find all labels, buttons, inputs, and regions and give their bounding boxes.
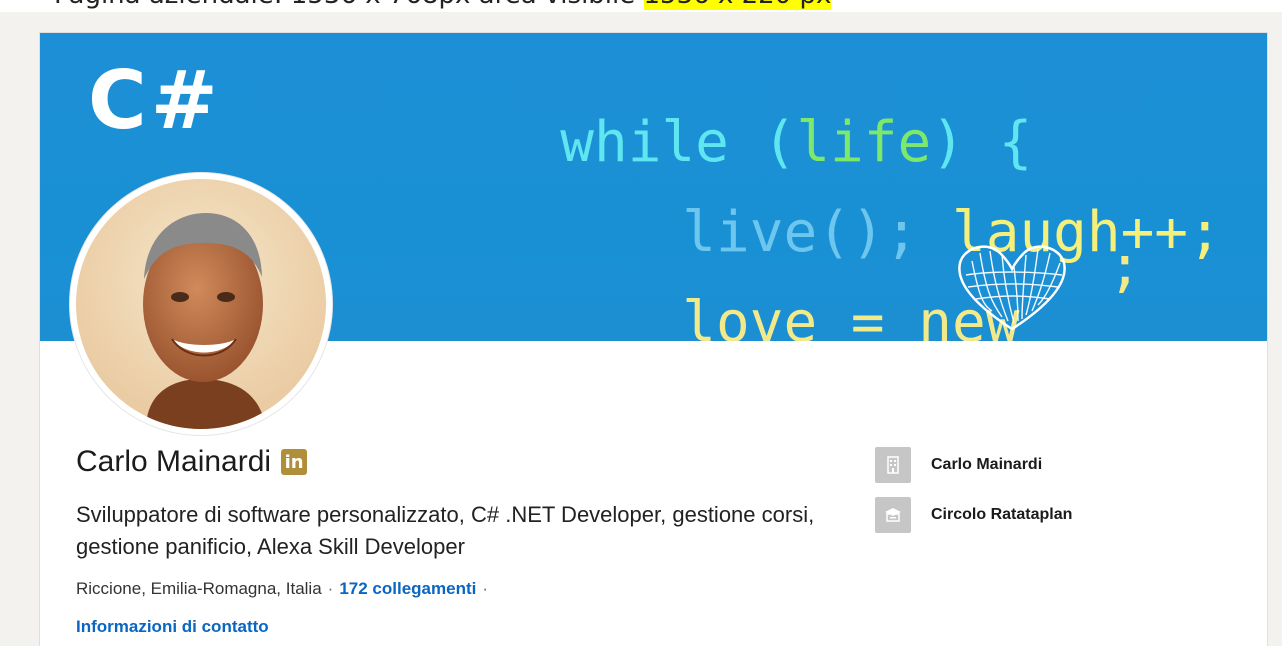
side-item-company[interactable]: Carlo Mainardi xyxy=(875,447,1042,483)
avatar[interactable] xyxy=(76,179,326,429)
separator-dot: · xyxy=(482,579,489,598)
side-item-label: Carlo Mainardi xyxy=(931,456,1043,473)
caption-strip: Pagina aziendale: 1536 x 768px area visi… xyxy=(0,0,1282,12)
code-semicolon: ; xyxy=(1108,234,1142,299)
linkedin-icon[interactable]: in xyxy=(281,449,308,475)
school-icon xyxy=(875,497,911,533)
caption-highlight: 1536 x 220 px xyxy=(643,0,832,10)
csharp-logo: C# xyxy=(88,54,222,147)
profile-name: Carlo Mainardi xyxy=(76,445,272,478)
name-row: Carlo Mainardi in xyxy=(76,445,308,479)
profile-card: C# while (life) { live(); laugh++; love … xyxy=(40,33,1267,646)
profile-location: Riccione, Emilia-Romagna, Italia xyxy=(76,579,322,598)
separator-dot: · xyxy=(327,579,334,598)
side-item-label: Circolo Ratataplan xyxy=(931,506,1073,523)
caption-main: Pagina aziendale: 1536 x 768px area visi… xyxy=(54,0,644,10)
connections-link[interactable]: 172 collegamenti xyxy=(339,579,476,598)
profile-photo xyxy=(76,179,326,429)
contact-info-link[interactable]: Informazioni di contatto xyxy=(76,617,269,637)
side-item-education[interactable]: Circolo Ratataplan xyxy=(875,497,1072,533)
caption-text: Pagina aziendale: 1536 x 768px area visi… xyxy=(54,0,832,10)
building-icon xyxy=(875,447,911,483)
profile-meta: Riccione, Emilia-Romagna, Italia · 172 col… xyxy=(76,579,494,599)
heart-icon xyxy=(958,245,1066,331)
profile-headline: Sviluppatore di software personalizzato,… xyxy=(76,502,815,559)
